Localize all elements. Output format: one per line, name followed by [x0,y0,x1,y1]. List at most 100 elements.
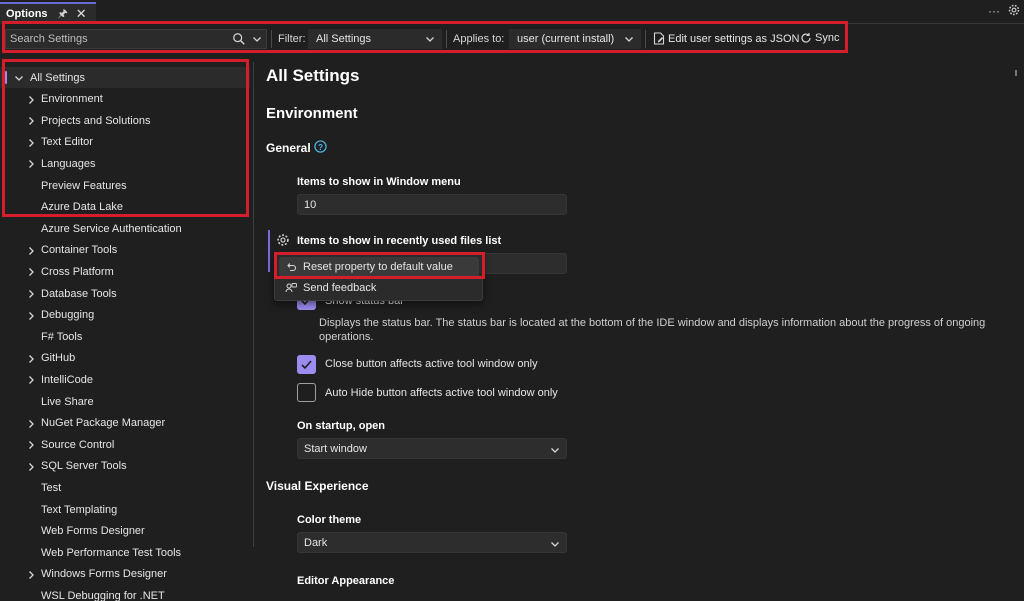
nav-splitter[interactable] [253,62,254,547]
toolbar-divider [271,30,272,48]
nav-item[interactable]: IntelliCode [0,369,250,390]
chevron-right-icon[interactable] [26,246,36,256]
nav-item[interactable]: Azure Service Authentication [0,218,250,239]
scrollbar-thumb[interactable] [1015,70,1017,76]
nav-item[interactable]: Windows Forms Designer [0,564,250,585]
nav-item-label: Azure Service Authentication [41,222,182,235]
chevron-right-icon[interactable] [26,267,36,277]
chevron-down-icon[interactable] [252,33,262,45]
search-input[interactable] [10,33,232,45]
nav-item[interactable]: Live Share [0,391,250,412]
nav-item-label: Container Tools [41,244,118,257]
close-button-checkbox[interactable] [297,355,316,374]
options-tab[interactable]: Options 🖈 ✕ [0,2,96,24]
nav-item[interactable]: Container Tools [0,240,250,261]
chevron-right-icon[interactable] [26,311,36,321]
more-options-icon[interactable]: ··· [988,4,1000,18]
applies-to-label: Applies to: [453,33,505,45]
nav-item-label: Environment [41,93,103,106]
nav-item-label: Text Editor [41,136,93,149]
chevron-right-icon[interactable] [26,116,36,126]
nav-item[interactable]: Text Editor [0,132,250,153]
nav-item-label: GitHub [41,352,76,365]
help-icon[interactable]: ? [314,140,327,153]
sync-icon [801,33,811,43]
nav-item-label: Cross Platform [41,265,114,278]
undo-icon [287,263,297,272]
chevron-right-icon[interactable] [26,159,36,169]
nav-item[interactable]: Cross Platform [0,261,250,282]
reset-default-menu-item[interactable]: Reset property to default value [279,257,479,277]
search-icon[interactable] [232,32,246,46]
nav-item[interactable]: Preview Features [0,175,250,196]
nav-item-label: Azure Data Lake [41,201,123,214]
chevron-down-icon [426,37,434,42]
chevron-down-icon[interactable] [14,73,24,83]
window-menu-value: 10 [304,198,317,211]
nav-item[interactable]: Web Forms Designer [0,521,250,542]
chevron-right-icon[interactable] [26,440,36,450]
filter-dropdown[interactable]: All Settings [308,29,442,49]
document-tab-strip: Options 🖈 ✕ ··· [0,0,1024,24]
chevron-right-icon[interactable] [26,375,36,385]
edit-json-button[interactable]: Edit user settings as JSON [653,32,799,45]
window-menu-input[interactable]: 10 [297,194,567,215]
startup-value: Start window [304,442,367,455]
sync-button[interactable]: Sync [800,32,839,44]
nav-item[interactable]: F# Tools [0,326,250,347]
nav-item-label: Database Tools [41,287,117,300]
applies-to-dropdown[interactable]: user (current install) [509,29,641,49]
nav-item[interactable]: Environment [0,89,250,110]
nav-item[interactable]: All Settings [0,67,250,88]
chevron-down-icon [551,448,559,453]
close-icon[interactable]: ✕ [76,6,87,22]
chevron-right-icon[interactable] [26,289,36,299]
nav-item[interactable]: Languages [0,153,250,174]
nav-item-label: Projects and Solutions [41,114,151,127]
filter-label: Filter: [278,33,306,45]
search-box[interactable] [5,29,267,49]
chevron-right-icon[interactable] [26,354,36,364]
startup-dropdown[interactable]: Start window [297,438,567,459]
applies-to-value: user (current install) [517,33,615,45]
close-button-label: Close button affects active tool window … [325,358,538,370]
nav-item[interactable]: Azure Data Lake [0,197,250,218]
nav-item-label: WSL Debugging for .NET [41,589,165,601]
nav-item[interactable]: NuGet Package Manager [0,413,250,434]
selection-indicator [5,71,7,84]
chevron-right-icon[interactable] [26,138,36,148]
color-theme-dropdown[interactable]: Dark [297,532,567,553]
nav-item[interactable]: Web Performance Test Tools [0,542,250,563]
chevron-right-icon[interactable] [26,462,36,472]
window-menu-label: Items to show in Window menu [297,176,461,188]
nav-item-label: Live Share [41,395,94,408]
toolbar-divider [645,30,646,48]
nav-item-label: Text Templating [41,503,118,516]
checkmark-icon [301,360,312,370]
chevron-right-icon[interactable] [26,419,36,429]
gear-icon[interactable] [1008,4,1020,16]
nav-item[interactable]: Debugging [0,305,250,326]
nav-item[interactable]: Text Templating [0,499,250,520]
nav-item[interactable]: WSL Debugging for .NET [0,585,250,601]
autohide-label: Auto Hide button affects active tool win… [325,387,558,399]
gear-icon[interactable] [276,233,290,247]
nav-item[interactable]: Projects and Solutions [0,110,250,131]
chevron-down-icon [551,542,559,547]
nav-item[interactable]: Test [0,477,250,498]
options-toolbar: Filter: All Settings Applies to: user (c… [0,26,1024,52]
nav-item[interactable]: Database Tools [0,283,250,304]
nav-item-label: F# Tools [41,330,83,343]
pin-icon[interactable]: 🖈 [58,5,68,24]
nav-item-label: Languages [41,157,96,170]
nav-item[interactable]: SQL Server Tools [0,456,250,477]
chevron-right-icon[interactable] [26,570,36,580]
send-feedback-menu-item[interactable]: Send feedback [279,278,479,298]
nav-item[interactable]: Source Control [0,434,250,455]
chevron-right-icon[interactable] [26,95,36,105]
send-feedback-label: Send feedback [303,282,377,294]
edit-file-icon [653,32,665,45]
nav-item[interactable]: GitHub [0,348,250,369]
autohide-checkbox[interactable] [297,383,316,402]
nav-item-label: Debugging [41,309,95,322]
